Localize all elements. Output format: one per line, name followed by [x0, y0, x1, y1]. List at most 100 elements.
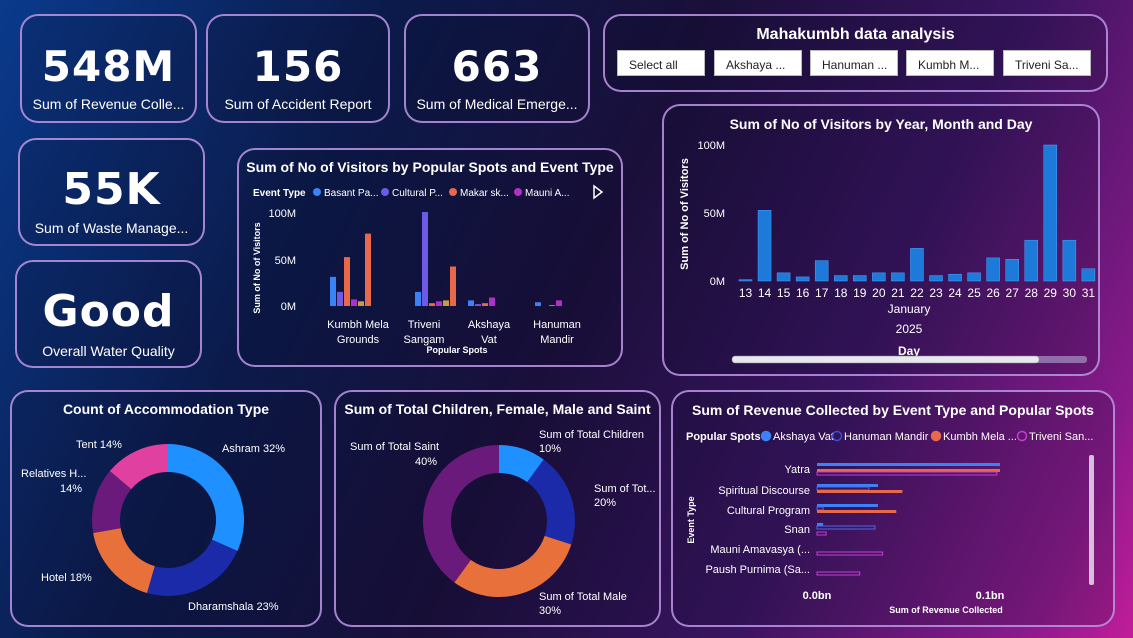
spots-chart-card[interactable]: Sum of No of Visitors by Popular Spots a… — [237, 148, 623, 367]
spots-bar-akshaya-vat-3[interactable] — [489, 297, 495, 306]
visitors-bar-day-27[interactable] — [1005, 258, 1019, 282]
visitors-bar-day-25[interactable] — [967, 272, 981, 282]
revenue-bar-spiritual-discourse-2[interactable] — [817, 490, 903, 493]
spots-bar-kumbh-mela-grounds-3[interactable] — [351, 299, 357, 306]
slicer-triveni[interactable]: Triveni Sa... — [1003, 50, 1091, 76]
spots-bar-kumbh-mela-grounds-0[interactable] — [330, 276, 336, 306]
visitors-bar-day-13[interactable] — [738, 279, 753, 282]
visitors-bar-day-18[interactable] — [834, 275, 848, 282]
revenue-category-mauni-amavasya: Mauni Amavasya (... — [710, 544, 810, 556]
visitors-bar-day-22[interactable] — [910, 248, 924, 282]
spots-bar-triveni-sangam-4[interactable] — [443, 300, 449, 306]
revenue-legend[interactable]: Akshaya Vat Hanuman Mandir Kumbh Mela ... T… — [760, 430, 1094, 443]
spots-bar-triveni-sangam-2[interactable] — [429, 303, 435, 306]
spots-bar-akshaya-vat-2[interactable] — [482, 303, 488, 306]
accommodation-slices[interactable] — [91, 444, 244, 596]
vertical-scrollbar[interactable] — [1089, 455, 1094, 585]
spots-bar-kumbh-mela-grounds-5[interactable] — [365, 233, 371, 306]
revenue-legend-marker-3 — [1016, 430, 1028, 442]
visitors-day-label-13: 13 — [739, 286, 753, 300]
slicer-akshaya[interactable]: Akshaya ... — [714, 50, 802, 76]
visitors-bar-day-24[interactable] — [948, 273, 962, 282]
spots-bar-akshaya-vat-1[interactable] — [475, 304, 481, 306]
spots-ytick-0m: 0M — [281, 301, 296, 313]
water-kpi-card[interactable]: Good Overall Water Quality — [15, 260, 202, 368]
spots-bar-triveni-sangam-1[interactable] — [422, 212, 428, 306]
visitors-bar-day-14[interactable] — [757, 210, 772, 282]
accommodation-donut: Ashram 32% Dharamshala 23% Hotel 18% Rel… — [21, 439, 285, 613]
label-saint-pct: 40% — [415, 456, 437, 468]
spots-legend-label-0[interactable]: Basant Pa... — [324, 188, 378, 199]
revenue-bar-cultural-program-2[interactable] — [817, 510, 897, 513]
medical-kpi-card[interactable]: 663 Sum of Medical Emerge... — [404, 14, 590, 123]
revenue-bar-cultural-program-0[interactable] — [817, 504, 878, 507]
accident-kpi-card[interactable]: 156 Sum of Accident Report — [206, 14, 390, 123]
spots-bar-triveni-sangam-5[interactable] — [450, 266, 456, 306]
label-relatives-pct: 14% — [60, 483, 82, 495]
slicer-select-all[interactable]: Select all — [617, 50, 705, 76]
waste-kpi-card[interactable]: 55K Sum of Waste Manage... — [18, 138, 205, 246]
label-female: Sum of Tot... — [594, 483, 656, 495]
visitors-bar-day-17[interactable] — [814, 260, 829, 282]
horizontal-scrollbar-thumb[interactable] — [731, 355, 1040, 364]
visitors-bar-day-23[interactable] — [929, 275, 943, 282]
spots-bar-hanuman-mandir-0[interactable] — [535, 302, 541, 306]
visitors-bar-day-31[interactable] — [1081, 268, 1096, 282]
visitors-chart-card[interactable]: Sum of No of Visitors by Year, Month and… — [662, 104, 1100, 376]
visitors-bar-day-19[interactable] — [853, 275, 867, 282]
spots-legend-label-3[interactable]: Mauni A... — [525, 188, 569, 199]
revenue-legend-label-2[interactable]: Kumbh Mela ... — [943, 431, 1017, 443]
revenue-category-paush-purnima-sa: Paush Purnima (Sa... — [705, 564, 810, 576]
revenue-bars[interactable] — [816, 463, 1000, 576]
revenue-ylabel: Event Type — [686, 496, 696, 543]
revenue-bar-spiritual-discourse-1[interactable] — [816, 486, 870, 491]
visitors-bars[interactable] — [738, 144, 1096, 282]
spots-bar-triveni-sangam-0[interactable] — [415, 291, 421, 306]
revenue-chart-card[interactable]: Sum of Revenue Collected by Event Type a… — [671, 390, 1115, 627]
visitors-bar-day-21[interactable] — [891, 272, 905, 282]
spots-bar-kumbh-mela-grounds-2[interactable] — [344, 257, 350, 306]
waste-kpi-value: 55K — [62, 164, 161, 215]
revenue-bar-snan-1[interactable] — [816, 525, 876, 530]
visitors-bar-day-29[interactable] — [1043, 144, 1058, 282]
revenue-bar-yatra-0[interactable] — [817, 463, 1000, 466]
accommodation-slice-dharamshala[interactable] — [147, 539, 238, 596]
visitors-bar-day-15[interactable] — [776, 272, 791, 282]
revenue-bar-snan-3[interactable] — [816, 531, 827, 536]
visitors-day-label-30: 30 — [1063, 286, 1077, 300]
revenue-kpi-card[interactable]: 548M Sum of Revenue Colle... — [20, 14, 197, 123]
spots-legend-label-1[interactable]: Cultural P... — [392, 188, 443, 199]
revenue-bar-cultural-program-1[interactable] — [816, 506, 824, 511]
visitors-bar-day-16[interactable] — [795, 276, 810, 282]
spots-bars[interactable] — [330, 212, 562, 306]
visitors-bar-day-28[interactable] — [1024, 239, 1038, 282]
revenue-bar-paush-purnima-sa-3[interactable] — [816, 571, 861, 576]
spots-bar-kumbh-mela-grounds-4[interactable] — [358, 301, 364, 306]
revenue-legend-label-1[interactable]: Hanuman Mandir — [844, 431, 929, 443]
slicer-kumbh[interactable]: Kumbh M... — [906, 50, 994, 76]
demographics-card[interactable]: Sum of Total Children, Female, Male and … — [334, 390, 661, 627]
spots-bar-hanuman-mandir-2[interactable] — [549, 305, 555, 306]
spots-legend-marker-0 — [313, 188, 321, 196]
demographics-slice-sum-of-total-male[interactable] — [454, 535, 572, 597]
revenue-bar-yatra-3[interactable] — [816, 471, 998, 476]
visitors-bar-day-30[interactable] — [1062, 239, 1077, 282]
spots-legend-label-2[interactable]: Makar sk... — [460, 188, 509, 199]
visitors-day-label-16: 16 — [796, 286, 810, 300]
spots-legend[interactable]: Basant Pa... Cultural P... Makar sk... Maun… — [313, 188, 569, 199]
spots-bar-triveni-sangam-3[interactable] — [436, 301, 442, 306]
accommodation-card[interactable]: Count of Accommodation Type Ashram 32% D… — [10, 390, 322, 627]
spots-bar-hanuman-mandir-3[interactable] — [556, 300, 562, 306]
visitors-bar-day-20[interactable] — [872, 272, 886, 282]
spots-bar-akshaya-vat-0[interactable] — [468, 300, 474, 306]
spots-bar-kumbh-mela-grounds-1[interactable] — [337, 291, 343, 306]
revenue-legend-label-3[interactable]: Triveni San... — [1029, 431, 1093, 443]
legend-next-icon[interactable] — [593, 184, 604, 200]
revenue-bar-mauni-amavasya-3[interactable] — [816, 551, 884, 556]
revenue-legend-label-0[interactable]: Akshaya Vat — [773, 431, 834, 443]
visitors-bar-day-26[interactable] — [986, 257, 1000, 282]
slicer-hanuman[interactable]: Hanuman ... — [810, 50, 898, 76]
accommodation-slice-ashram[interactable] — [168, 444, 244, 551]
demographics-slices[interactable] — [423, 445, 575, 597]
accommodation-slice-hotel[interactable] — [93, 528, 155, 594]
